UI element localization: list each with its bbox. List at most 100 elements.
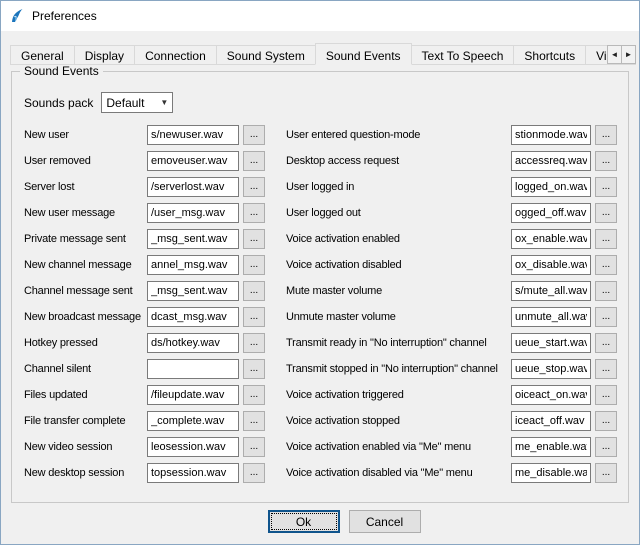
tab-connection[interactable]: Connection (134, 45, 217, 65)
sound-event-label: Mute master volume (286, 285, 511, 297)
app-icon (9, 8, 25, 24)
sound-file-input[interactable] (147, 255, 239, 275)
sound-event-row: Voice activation disabled... (286, 252, 617, 278)
sound-event-row: New user message... (24, 200, 265, 226)
sound-file-input[interactable] (147, 463, 239, 483)
sounds-pack-row: Sounds pack Default ▼ (24, 92, 173, 113)
sound-event-row: Unmute master volume... (286, 304, 617, 330)
browse-button[interactable]: ... (243, 281, 265, 301)
sound-event-label: Voice activation stopped (286, 415, 511, 427)
browse-button[interactable]: ... (595, 229, 617, 249)
sound-event-label: New channel message (24, 259, 147, 271)
sound-file-input[interactable] (511, 255, 591, 275)
sound-file-input[interactable] (511, 229, 591, 249)
sound-file-input[interactable] (511, 203, 591, 223)
tab-scroll-left-icon[interactable]: ◄ (607, 45, 622, 64)
sound-event-label: User removed (24, 155, 147, 167)
browse-button[interactable]: ... (243, 203, 265, 223)
tab-text-to-speech[interactable]: Text To Speech (411, 45, 515, 65)
browse-button[interactable]: ... (595, 463, 617, 483)
browse-button[interactable]: ... (243, 385, 265, 405)
sound-file-input[interactable] (511, 359, 591, 379)
sound-event-row: Server lost... (24, 174, 265, 200)
sound-file-input[interactable] (147, 177, 239, 197)
sound-file-input[interactable] (147, 151, 239, 171)
browse-button[interactable]: ... (243, 151, 265, 171)
browse-button[interactable]: ... (243, 125, 265, 145)
browse-button[interactable]: ... (243, 229, 265, 249)
sound-file-input[interactable] (147, 307, 239, 327)
browse-button[interactable]: ... (243, 333, 265, 353)
cancel-button[interactable]: Cancel (349, 510, 421, 533)
sound-event-row: User logged in... (286, 174, 617, 200)
sound-event-row: Desktop access request... (286, 148, 617, 174)
browse-button[interactable]: ... (595, 359, 617, 379)
browse-button[interactable]: ... (595, 177, 617, 197)
sound-file-input[interactable] (511, 463, 591, 483)
tab-scroll-right-icon[interactable]: ► (621, 45, 636, 64)
preferences-dialog: Preferences GeneralDisplayConnectionSoun… (0, 0, 640, 545)
browse-button[interactable]: ... (595, 203, 617, 223)
sounds-pack-value: Default (102, 96, 156, 110)
browse-button[interactable]: ... (595, 281, 617, 301)
sound-file-input[interactable] (147, 359, 239, 379)
sound-event-row: Voice activation enabled via "Me" menu..… (286, 434, 617, 460)
browse-button[interactable]: ... (243, 177, 265, 197)
sound-event-row: Voice activation disabled via "Me" menu.… (286, 460, 617, 486)
sound-file-input[interactable] (147, 281, 239, 301)
tab-sound-system[interactable]: Sound System (216, 45, 316, 65)
browse-button[interactable]: ... (243, 307, 265, 327)
browse-button[interactable]: ... (595, 307, 617, 327)
sound-event-label: New user message (24, 207, 147, 219)
sound-event-row: Private message sent... (24, 226, 265, 252)
sound-event-label: User entered question-mode (286, 129, 511, 141)
sound-events-group: Sound Events Sounds pack Default ▼ New u… (11, 71, 629, 503)
sound-event-label: Voice activation triggered (286, 389, 511, 401)
sound-file-input[interactable] (511, 307, 591, 327)
sound-event-label: Desktop access request (286, 155, 511, 167)
sound-event-label: Transmit stopped in "No interruption" ch… (286, 363, 511, 375)
sound-file-input[interactable] (147, 437, 239, 457)
sound-file-input[interactable] (511, 151, 591, 171)
tab-display[interactable]: Display (74, 45, 135, 65)
browse-button[interactable]: ... (595, 151, 617, 171)
sound-event-label: New broadcast message (24, 311, 147, 323)
sound-file-input[interactable] (511, 333, 591, 353)
tab-sound-events[interactable]: Sound Events (315, 43, 412, 65)
sound-file-input[interactable] (147, 385, 239, 405)
ok-button[interactable]: Ok (268, 510, 340, 533)
tab-general[interactable]: General (10, 45, 75, 65)
sound-event-row: Files updated... (24, 382, 265, 408)
sound-file-input[interactable] (511, 177, 591, 197)
sound-event-label: Channel silent (24, 363, 147, 375)
browse-button[interactable]: ... (243, 411, 265, 431)
sound-file-input[interactable] (511, 281, 591, 301)
sound-event-row: New broadcast message... (24, 304, 265, 330)
sound-file-input[interactable] (511, 437, 591, 457)
sound-file-input[interactable] (147, 125, 239, 145)
browse-button[interactable]: ... (595, 333, 617, 353)
sound-file-input[interactable] (147, 203, 239, 223)
sound-event-row: Channel message sent... (24, 278, 265, 304)
browse-button[interactable]: ... (243, 437, 265, 457)
sound-file-input[interactable] (147, 229, 239, 249)
sound-file-input[interactable] (511, 411, 591, 431)
browse-button[interactable]: ... (595, 411, 617, 431)
sounds-pack-select[interactable]: Default ▼ (101, 92, 173, 113)
browse-button[interactable]: ... (595, 255, 617, 275)
sound-event-columns: New user...User removed...Server lost...… (24, 122, 617, 486)
browse-button[interactable]: ... (243, 463, 265, 483)
browse-button[interactable]: ... (243, 255, 265, 275)
sound-event-label: New desktop session (24, 467, 147, 479)
browse-button[interactable]: ... (595, 125, 617, 145)
sound-file-input[interactable] (147, 333, 239, 353)
sound-event-label: New video session (24, 441, 147, 453)
browse-button[interactable]: ... (243, 359, 265, 379)
title-bar[interactable]: Preferences (1, 1, 639, 31)
browse-button[interactable]: ... (595, 385, 617, 405)
browse-button[interactable]: ... (595, 437, 617, 457)
sound-file-input[interactable] (511, 385, 591, 405)
tab-shortcuts[interactable]: Shortcuts (513, 45, 586, 65)
sound-file-input[interactable] (147, 411, 239, 431)
sound-file-input[interactable] (511, 125, 591, 145)
